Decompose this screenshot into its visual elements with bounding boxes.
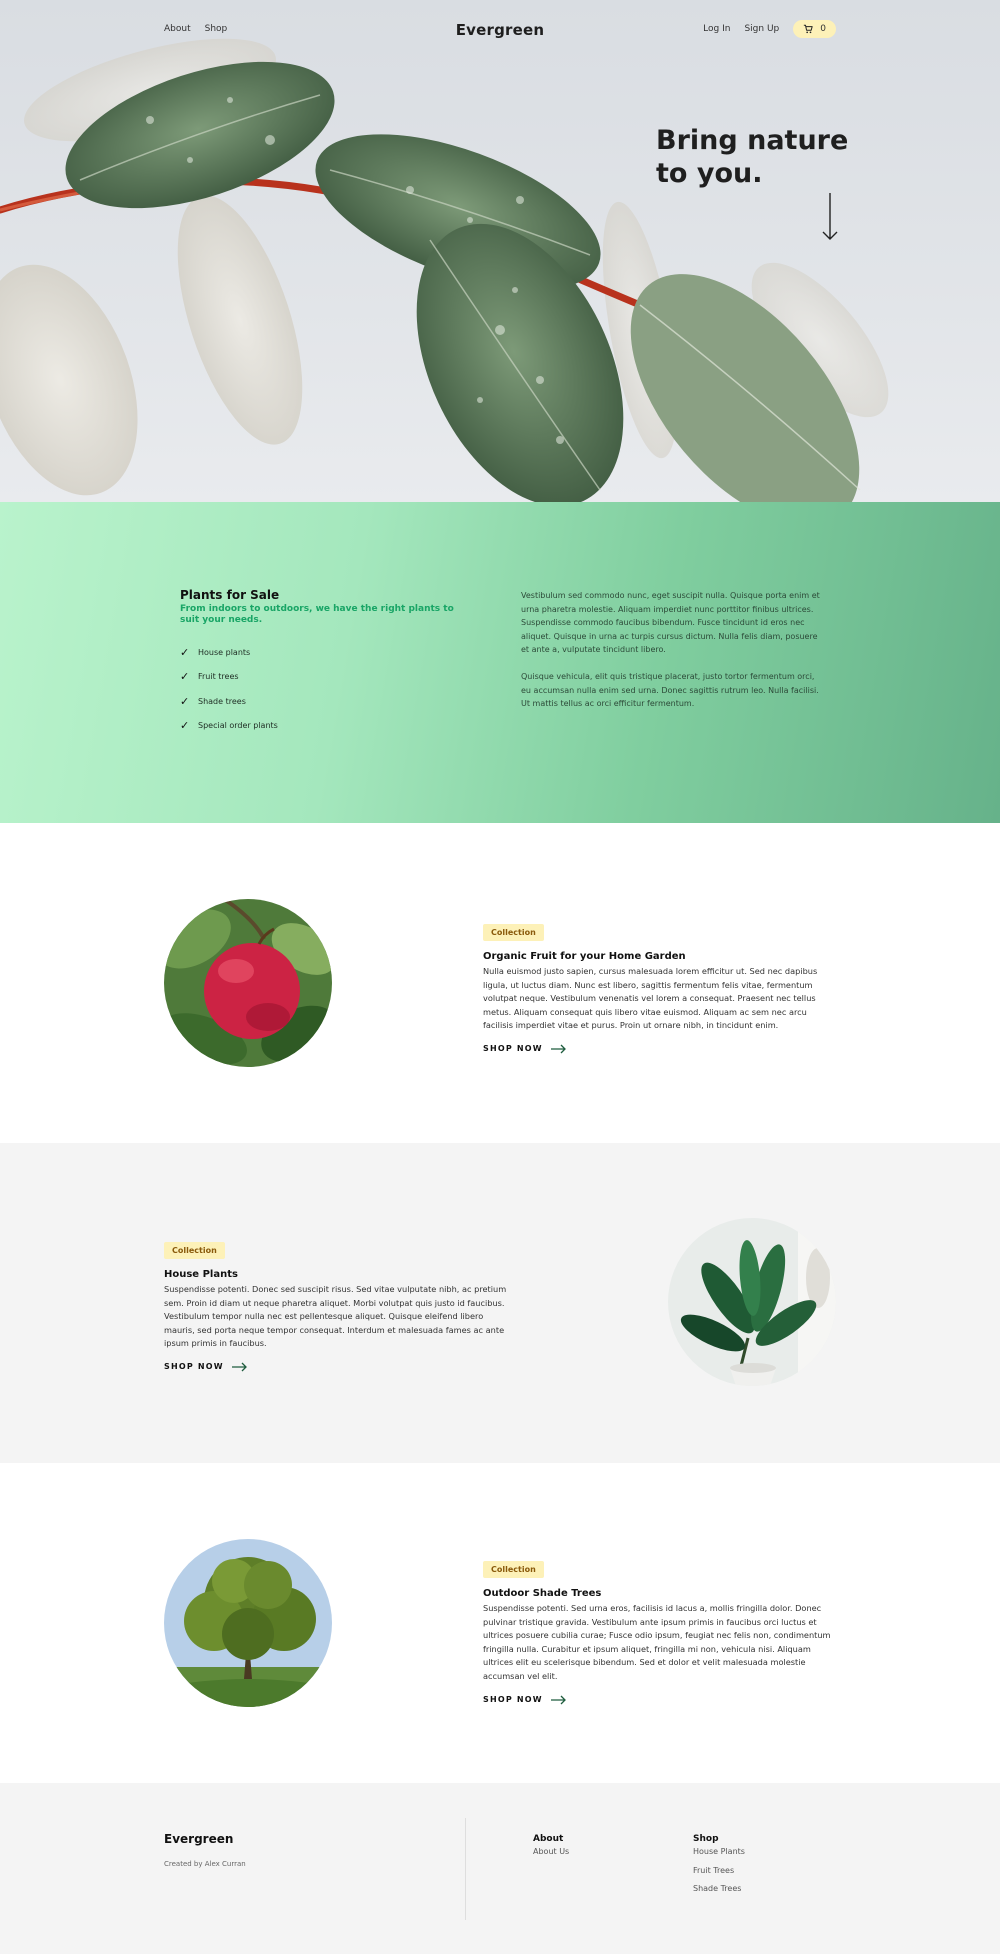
nav-account: Log In Sign Up 0 <box>703 20 836 38</box>
info-paragraph: Vestibulum sed commodo nunc, eget suscip… <box>521 591 820 655</box>
footer-column-heading: About <box>533 1834 564 1844</box>
checklist-label: Special order plants <box>198 721 278 731</box>
checklist-item: ✓ House plants <box>180 640 470 665</box>
feature-house-plants: Collection House Plants Suspendisse pote… <box>0 1143 1000 1463</box>
checklist-label: Shade trees <box>198 696 246 706</box>
feature-description: Nulla euismod justo sapien, cursus males… <box>483 966 818 1031</box>
collection-badge: Collection <box>164 1242 225 1259</box>
checklist-label: House plants <box>198 647 251 657</box>
footer-link-about-us[interactable]: About Us <box>533 1847 569 1866</box>
footer-logo[interactable]: Evergreen <box>164 1832 233 1846</box>
arrow-right-icon <box>231 1362 247 1372</box>
arrow-right-icon <box>550 1695 566 1705</box>
shop-now-label: SHOP NOW <box>483 1044 543 1054</box>
feature-title: Outdoor Shade Trees <box>483 1588 602 1599</box>
hero-title: Bring nature to you. <box>656 125 849 189</box>
section-title: Plants for Sale <box>180 588 280 602</box>
footer-column-shop: Shop House Plants Fruit Trees Shade Tree… <box>693 1834 745 1903</box>
info-paragraph: Quisque vehicula, elit quis tristique pl… <box>521 671 819 709</box>
signup-link[interactable]: Sign Up <box>744 24 779 34</box>
collection-badge: Collection <box>483 924 544 941</box>
shop-now-button[interactable]: SHOP NOW <box>483 1044 833 1054</box>
feature-description: Suspendisse potenti. Donec sed suscipit … <box>164 1284 507 1349</box>
login-link[interactable]: Log In <box>703 24 730 34</box>
check-icon: ✓ <box>180 719 190 733</box>
checklist-item: ✓ Shade trees <box>180 689 470 714</box>
shade-tree-image <box>164 1539 332 1707</box>
check-icon: ✓ <box>180 645 190 659</box>
feature-text: Collection Organic Fruit for your Home G… <box>483 920 833 1054</box>
feature-organic-fruit: Collection Organic Fruit for your Home G… <box>0 823 1000 1143</box>
footer-column-about: About About Us <box>533 1834 569 1866</box>
footer-link-house-plants[interactable]: House Plants <box>693 1847 745 1866</box>
arrow-right-icon <box>550 1044 566 1054</box>
feature-title: House Plants <box>164 1269 238 1280</box>
cart-icon <box>804 24 813 34</box>
check-icon: ✓ <box>180 694 190 708</box>
site-logo[interactable]: Evergreen <box>0 21 1000 39</box>
site-footer: Evergreen Created by Alex Curran About A… <box>0 1783 1000 1954</box>
apple-image <box>164 899 332 1067</box>
shop-now-button[interactable]: SHOP NOW <box>483 1695 833 1705</box>
feature-text: Collection House Plants Suspendisse pote… <box>164 1238 514 1372</box>
footer-credit: Created by Alex Curran <box>164 1860 246 1868</box>
section-subtitle: From indoors to outdoors, we have the ri… <box>180 604 454 625</box>
footer-link-shade-trees[interactable]: Shade Trees <box>693 1884 745 1903</box>
top-nav: About Shop Evergreen Log In Sign Up 0 <box>0 0 1000 60</box>
footer-column-heading: Shop <box>693 1834 719 1844</box>
hero-leaves-image <box>0 38 889 502</box>
house-plant-image <box>668 1218 836 1386</box>
plants-for-sale-section: Plants for Sale From indoors to outdoors… <box>0 502 1000 823</box>
info-left: Plants for Sale From indoors to outdoors… <box>180 588 470 738</box>
footer-divider <box>465 1818 466 1920</box>
feature-text: Collection Outdoor Shade Trees Suspendis… <box>483 1557 833 1705</box>
feature-description: Suspendisse potenti. Sed urna eros, faci… <box>483 1603 831 1681</box>
collection-badge: Collection <box>483 1561 544 1578</box>
checklist-label: Fruit trees <box>198 672 239 682</box>
hero-section: About Shop Evergreen Log In Sign Up 0 Br… <box>0 0 1000 502</box>
check-icon: ✓ <box>180 670 190 684</box>
arrow-down-icon[interactable] <box>820 192 840 242</box>
shop-now-label: SHOP NOW <box>483 1695 543 1705</box>
checklist-item: ✓ Special order plants <box>180 714 470 739</box>
cart-count: 0 <box>820 24 826 34</box>
cart-button[interactable]: 0 <box>793 20 836 38</box>
checklist: ✓ House plants ✓ Fruit trees ✓ Shade trees … <box>180 640 470 738</box>
checklist-item: ✓ Fruit trees <box>180 665 470 690</box>
shop-now-button[interactable]: SHOP NOW <box>164 1362 514 1372</box>
footer-link-fruit-trees[interactable]: Fruit Trees <box>693 1866 745 1885</box>
shop-now-label: SHOP NOW <box>164 1362 224 1372</box>
info-body: Vestibulum sed commodo nunc, eget suscip… <box>521 589 821 711</box>
feature-shade-trees: Collection Outdoor Shade Trees Suspendis… <box>0 1463 1000 1783</box>
feature-title: Organic Fruit for your Home Garden <box>483 951 686 962</box>
